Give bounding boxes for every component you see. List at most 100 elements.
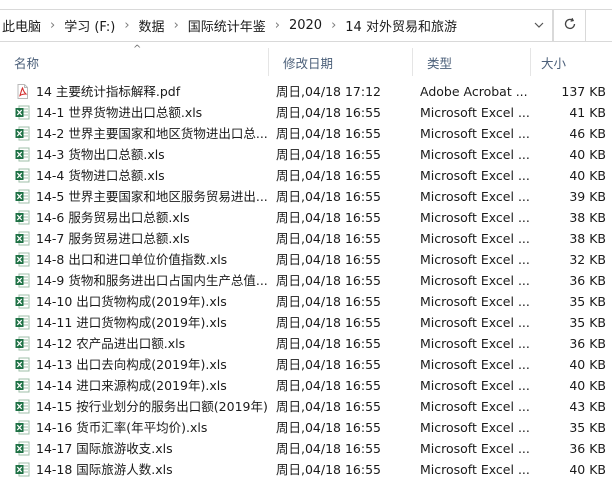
file-size: 40 KB (569, 168, 606, 183)
file-row[interactable]: 14-13 出口去向构成(2019年).xls 周日,04/18 16:55 Mic… (0, 354, 612, 375)
column-header-size[interactable]: 大小 (530, 48, 612, 76)
file-type: Microsoft Excel ... (420, 147, 530, 162)
file-row[interactable]: 14-14 进口来源构成(2019年).xls 周日,04/18 16:55 Mic… (0, 375, 612, 396)
breadcrumb-separator-icon[interactable]: › (43, 18, 62, 33)
file-type: Microsoft Excel ... (420, 273, 530, 288)
file-name: 14-14 进口来源构成(2019年).xls (36, 378, 227, 393)
breadcrumb-data[interactable]: 数据 (137, 16, 167, 35)
file-row[interactable]: 14-3 货物出口总额.xls 周日,04/18 16:55 Microsoft E… (0, 144, 612, 165)
file-row[interactable]: 14 主要统计指标解释.pdf 周日,04/18 17:12 Adobe Acrob… (0, 81, 612, 102)
file-row[interactable]: 14-4 货物进口总额.xls 周日,04/18 16:55 Microsoft E… (0, 165, 612, 186)
file-size: 46 KB (569, 126, 606, 141)
file-type: Microsoft Excel ... (420, 189, 530, 204)
file-type: Microsoft Excel ... (420, 126, 530, 141)
file-row[interactable]: 14-12 农产品进出口额.xls 周日,04/18 16:55 Microsoft… (0, 333, 612, 354)
file-type: Microsoft Excel ... (420, 420, 530, 435)
file-type: Microsoft Excel ... (420, 399, 530, 414)
file-modified-date: 周日,04/18 16:55 (276, 420, 381, 435)
breadcrumb-separator-icon[interactable]: › (117, 18, 136, 33)
column-header-row: ^ 名称 修改日期 类型 大小 (0, 44, 612, 76)
breadcrumb-current-folder[interactable]: 14 对外贸易和旅游 (343, 16, 459, 35)
breadcrumb-separator-icon[interactable]: › (167, 18, 186, 33)
excel-file-icon (15, 315, 30, 330)
file-name: 14-6 服务贸易出口总额.xls (36, 210, 190, 225)
file-name: 14-5 世界主要国家和地区服务贸易进出... (36, 189, 268, 204)
file-size: 40 KB (569, 147, 606, 162)
breadcrumb-this-pc[interactable]: 此电脑 (0, 16, 43, 35)
file-row[interactable]: 14-16 货币汇率(年平均价).xls 周日,04/18 16:55 Micros… (0, 417, 612, 438)
file-size: 38 KB (569, 231, 606, 246)
file-type: Microsoft Excel ... (420, 462, 530, 477)
file-row[interactable]: 14-2 世界主要国家和地区货物进出口总... 周日,04/18 16:55 Mic… (0, 123, 612, 144)
file-type: Microsoft Excel ... (420, 315, 530, 330)
file-row[interactable]: 14-17 国际旅游收支.xls 周日,04/18 16:55 Microsoft … (0, 438, 612, 459)
file-modified-date: 周日,04/18 16:55 (276, 252, 381, 267)
file-name: 14-10 出口货物构成(2019年).xls (36, 294, 227, 309)
excel-file-icon (15, 168, 30, 183)
refresh-icon (563, 16, 577, 36)
file-name: 14-7 服务贸易进口总额.xls (36, 231, 190, 246)
excel-file-icon (15, 420, 30, 435)
file-name: 14 主要统计指标解释.pdf (36, 84, 181, 99)
file-row[interactable]: 14-8 出口和进口单位价值指数.xls 周日,04/18 16:55 Micros… (0, 249, 612, 270)
refresh-button[interactable] (553, 9, 586, 42)
file-modified-date: 周日,04/18 16:55 (276, 189, 381, 204)
file-type: Adobe Acrobat ... (420, 84, 528, 99)
breadcrumb-separator-icon[interactable]: › (268, 18, 287, 33)
column-header-name[interactable]: 名称 (0, 48, 268, 76)
file-modified-date: 周日,04/18 16:55 (276, 315, 381, 330)
breadcrumb-year[interactable]: 2020 (287, 18, 324, 33)
file-modified-date: 周日,04/18 16:55 (276, 441, 381, 456)
file-name: 14-9 货物和服务进出口占国内生产总值... (36, 273, 268, 288)
file-name: 14-13 出口去向构成(2019年).xls (36, 357, 227, 372)
file-row[interactable]: 14-7 服务贸易进口总额.xls 周日,04/18 16:55 Microsoft… (0, 228, 612, 249)
file-name: 14-15 按行业划分的服务出口额(2019年)... (36, 399, 268, 414)
file-type: Microsoft Excel ... (420, 378, 530, 393)
file-size: 41 KB (569, 105, 606, 120)
file-modified-date: 周日,04/18 16:55 (276, 168, 381, 183)
file-modified-date: 周日,04/18 16:55 (276, 210, 381, 225)
file-type: Microsoft Excel ... (420, 336, 530, 351)
file-modified-date: 周日,04/18 16:55 (276, 357, 381, 372)
excel-file-icon (15, 336, 30, 351)
address-bar-area: 此电脑 › 学习 (F:) › 数据 › 国际统计年鉴 › 2020 › 14 … (0, 0, 612, 50)
column-header-type[interactable]: 类型 (412, 48, 530, 76)
file-modified-date: 周日,04/18 17:12 (276, 84, 381, 99)
file-row[interactable]: 14-11 进口货物构成(2019年).xls 周日,04/18 16:55 Mic… (0, 312, 612, 333)
breadcrumb-separator-icon[interactable]: › (324, 18, 343, 33)
column-header-date[interactable]: 修改日期 (268, 48, 412, 76)
file-modified-date: 周日,04/18 16:55 (276, 294, 381, 309)
file-size: 36 KB (569, 441, 606, 456)
file-size: 35 KB (569, 420, 606, 435)
file-name: 14-16 货币汇率(年平均价).xls (36, 420, 208, 435)
file-size: 36 KB (569, 336, 606, 351)
file-modified-date: 周日,04/18 16:55 (276, 105, 381, 120)
file-modified-date: 周日,04/18 16:55 (276, 273, 381, 288)
file-row[interactable]: 14-10 出口货物构成(2019年).xls 周日,04/18 16:55 Mic… (0, 291, 612, 312)
file-type: Microsoft Excel ... (420, 441, 530, 456)
excel-file-icon (15, 189, 30, 204)
excel-file-icon (15, 273, 30, 288)
file-row[interactable]: 14-15 按行业划分的服务出口额(2019年)... 周日,04/18 16:5… (0, 396, 612, 417)
search-box[interactable] (585, 9, 612, 42)
file-modified-date: 周日,04/18 16:55 (276, 147, 381, 162)
breadcrumb-drive[interactable]: 学习 (F:) (62, 16, 117, 35)
excel-file-icon (15, 147, 30, 162)
file-size: 40 KB (569, 378, 606, 393)
chevron-down-icon[interactable] (532, 18, 546, 32)
excel-file-icon (15, 126, 30, 141)
file-size: 38 KB (569, 210, 606, 225)
address-bar[interactable]: 此电脑 › 学习 (F:) › 数据 › 国际统计年鉴 › 2020 › 14 … (0, 9, 553, 42)
file-row[interactable]: 14-6 服务贸易出口总额.xls 周日,04/18 16:55 Microsoft… (0, 207, 612, 228)
file-row[interactable]: 14-1 世界货物进出口总额.xls 周日,04/18 16:55 Microsof… (0, 102, 612, 123)
file-type: Microsoft Excel ... (420, 294, 530, 309)
file-size: 36 KB (569, 273, 606, 288)
excel-file-icon (15, 462, 30, 477)
file-row[interactable]: 14-9 货物和服务进出口占国内生产总值... 周日,04/18 16:55 Mic… (0, 270, 612, 291)
file-row[interactable]: 14-5 世界主要国家和地区服务贸易进出... 周日,04/18 16:55 Mic… (0, 186, 612, 207)
excel-file-icon (15, 105, 30, 120)
breadcrumb-yearbook[interactable]: 国际统计年鉴 (186, 16, 268, 35)
excel-file-icon (15, 357, 30, 372)
file-row[interactable]: 14-18 国际旅游人数.xls 周日,04/18 16:55 Microsoft … (0, 459, 612, 480)
file-type: Microsoft Excel ... (420, 105, 530, 120)
